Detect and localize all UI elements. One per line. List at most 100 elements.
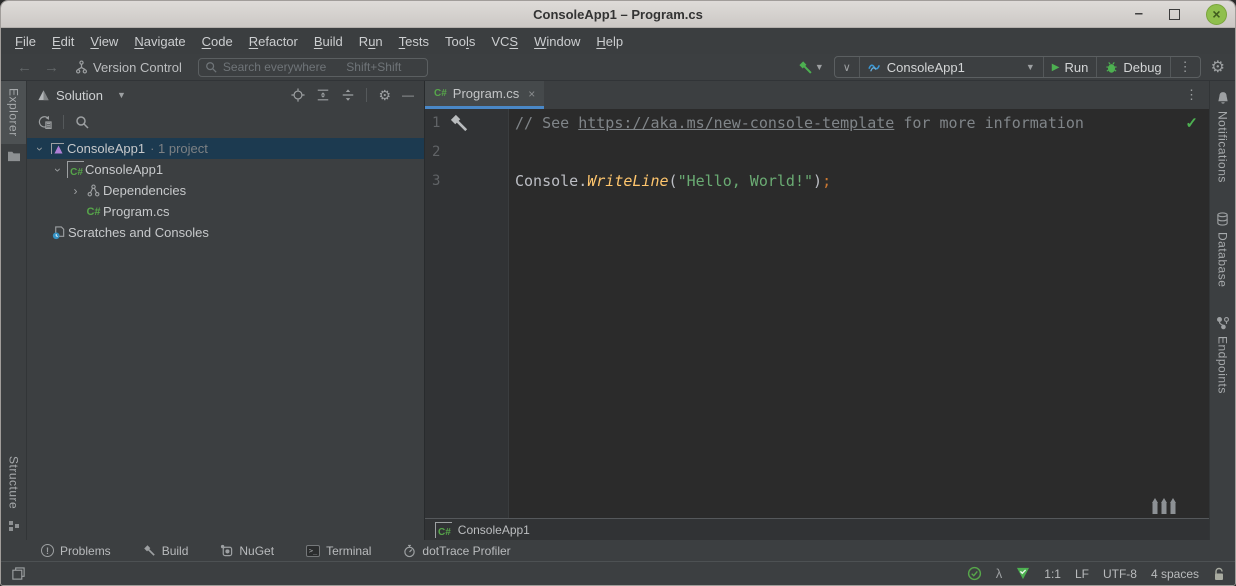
search-placeholder: Search everywhere xyxy=(223,60,326,74)
notifications-label: Notifications xyxy=(1216,109,1230,190)
tool-button-dottrace[interactable]: dotTrace Profiler xyxy=(403,544,510,558)
editor-body[interactable]: 1 2 3 // See https://aka.ms/new-console-… xyxy=(425,109,1209,518)
tool-button-database[interactable]: Database xyxy=(1216,190,1230,294)
csharp-project-icon: C# xyxy=(66,161,85,178)
window-title: ConsoleApp1 – Program.cs xyxy=(533,7,703,22)
expand-all-icon[interactable] xyxy=(316,88,330,102)
line-number: 3 xyxy=(425,167,508,196)
hide-panel-icon[interactable]: — xyxy=(402,88,414,102)
dottrace-label: dotTrace Profiler xyxy=(422,544,510,558)
template-link[interactable]: https://aka.ms/new-console-template xyxy=(578,114,894,132)
tree-label: Program.cs xyxy=(103,204,169,219)
tool-button-nuget[interactable]: NuGet xyxy=(220,544,274,558)
tab-label: Program.cs xyxy=(453,86,519,101)
close-button[interactable]: × xyxy=(1206,4,1227,25)
chevron-down-icon[interactable]: › xyxy=(49,163,66,177)
tool-button-structure[interactable]: Structure xyxy=(7,439,21,540)
tab-close-icon[interactable]: × xyxy=(528,87,535,101)
minimize-button[interactable]: – xyxy=(1135,10,1143,18)
solution-analysis-shield-icon[interactable] xyxy=(1016,567,1030,580)
menu-window[interactable]: Window xyxy=(526,34,588,49)
back-icon[interactable]: ← xyxy=(11,59,38,76)
solution-view-title[interactable]: Solution xyxy=(56,88,103,103)
tool-window-layout-icon[interactable] xyxy=(11,566,26,581)
chevron-down-icon[interactable]: › xyxy=(31,142,48,156)
chevron-right-icon[interactable]: › xyxy=(67,184,84,198)
build-label: Build xyxy=(162,544,189,558)
collapse-all-icon[interactable] xyxy=(341,88,355,102)
menu-edit[interactable]: Edit xyxy=(44,34,82,49)
run-more-button[interactable]: ⋮ xyxy=(1170,57,1200,77)
menu-tests[interactable]: Tests xyxy=(391,34,437,49)
version-control-widget[interactable]: Version Control xyxy=(75,60,182,75)
tool-button-endpoints[interactable]: Endpoints xyxy=(1216,294,1230,401)
file-encoding[interactable]: UTF-8 xyxy=(1103,567,1137,581)
menu-view[interactable]: View xyxy=(82,34,126,49)
menu-navigate[interactable]: Navigate xyxy=(126,34,193,49)
tree-row-dependencies[interactable]: › Dependencies xyxy=(27,180,424,201)
debug-bug-icon xyxy=(1105,61,1118,74)
maximize-button[interactable] xyxy=(1169,9,1180,20)
run-configuration-group: ∨ ConsoleApp1 ▼ ▶ Run xyxy=(834,56,1201,78)
select-opened-file-icon[interactable] xyxy=(37,115,52,129)
nuget-label: NuGet xyxy=(239,544,274,558)
run-label: Run xyxy=(1064,60,1088,75)
menu-build[interactable]: Build xyxy=(306,34,351,49)
solution-view-dropdown-icon[interactable]: ▼ xyxy=(117,90,126,100)
solution-panel-toolbar xyxy=(27,109,424,135)
tab-options-kebab-icon[interactable]: ⋮ xyxy=(1174,87,1209,103)
tool-button-problems[interactable]: ! Problems xyxy=(41,544,111,558)
tree-row-scratches[interactable]: Scratches and Consoles xyxy=(27,222,424,243)
settings-gear-icon[interactable]: ⚙ xyxy=(1211,57,1225,77)
search-everywhere-input[interactable]: Search everywhere Shift+Shift xyxy=(198,58,428,77)
code-content[interactable]: // See https://aka.ms/new-console-templa… xyxy=(509,109,1209,518)
run-widget-chevron[interactable]: ∨ xyxy=(835,57,859,77)
solution-view-icon xyxy=(37,89,50,102)
menu-bar: File Edit View Navigate Code Refactor Bu… xyxy=(1,28,1235,54)
tool-button-explorer[interactable]: Explorer xyxy=(1,81,26,144)
no-problems-check-icon[interactable] xyxy=(967,566,982,581)
tree-row-solution[interactable]: › ConsoleApp1 · 1 project xyxy=(27,138,424,159)
tool-button-build[interactable]: Build xyxy=(143,544,189,558)
csharp-project-icon: C# xyxy=(435,522,452,538)
menu-refactor[interactable]: Refactor xyxy=(241,34,306,49)
solution-tree: › ConsoleApp1 · 1 project › C# ConsoleAp… xyxy=(27,135,424,243)
tree-search-icon[interactable] xyxy=(75,115,89,129)
breadcrumb: C# ConsoleApp1 xyxy=(425,518,1209,540)
tool-button-terminal[interactable]: >_ Terminal xyxy=(306,544,371,558)
tree-row-program-cs[interactable]: C# Program.cs xyxy=(27,201,424,222)
inspections-ok-icon[interactable]: ✓ xyxy=(1185,114,1198,132)
tree-row-project[interactable]: › C# ConsoleApp1 xyxy=(27,159,424,180)
panel-settings-icon[interactable]: ⚙ xyxy=(378,87,391,104)
menu-run[interactable]: Run xyxy=(351,34,391,49)
tree-label: Dependencies xyxy=(103,183,186,198)
run-config-selector[interactable]: ConsoleApp1 ▼ xyxy=(859,57,1043,77)
tool-button-notifications[interactable]: Notifications xyxy=(1216,81,1230,190)
build-dropdown-icon[interactable]: ▼ xyxy=(815,62,824,72)
structure-label: Structure xyxy=(7,449,21,516)
folder-icon[interactable] xyxy=(7,150,21,162)
line-ending[interactable]: LF xyxy=(1075,567,1089,581)
menu-tools[interactable]: Tools xyxy=(437,34,483,49)
tab-program-cs[interactable]: C# Program.cs × xyxy=(425,81,544,109)
title-bar[interactable]: ConsoleApp1 – Program.cs – × xyxy=(1,1,1235,28)
panel-header-actions: ⚙ — xyxy=(291,87,414,104)
build-solution-button[interactable]: ▼ xyxy=(798,60,824,75)
menu-code[interactable]: Code xyxy=(194,34,241,49)
solution-panel-header: Solution ▼ xyxy=(27,81,424,109)
line-number: 2 xyxy=(425,138,508,167)
forward-icon[interactable]: → xyxy=(38,59,65,76)
locate-file-icon[interactable] xyxy=(291,88,305,102)
menu-help[interactable]: Help xyxy=(588,34,631,49)
problems-label: Problems xyxy=(60,544,111,558)
run-button[interactable]: ▶ Run xyxy=(1043,57,1097,77)
lock-icon[interactable] xyxy=(1213,567,1225,581)
caret-position[interactable]: 1:1 xyxy=(1044,567,1061,581)
code-analysis-lambda-icon[interactable]: λ xyxy=(996,566,1003,581)
indent-setting[interactable]: 4 spaces xyxy=(1151,567,1199,581)
menu-vcs[interactable]: VCS xyxy=(483,34,526,49)
breadcrumb-item[interactable]: ConsoleApp1 xyxy=(458,523,530,537)
debug-button[interactable]: Debug xyxy=(1096,57,1169,77)
menu-file[interactable]: File xyxy=(7,34,44,49)
tree-label: ConsoleApp1 xyxy=(67,141,145,156)
